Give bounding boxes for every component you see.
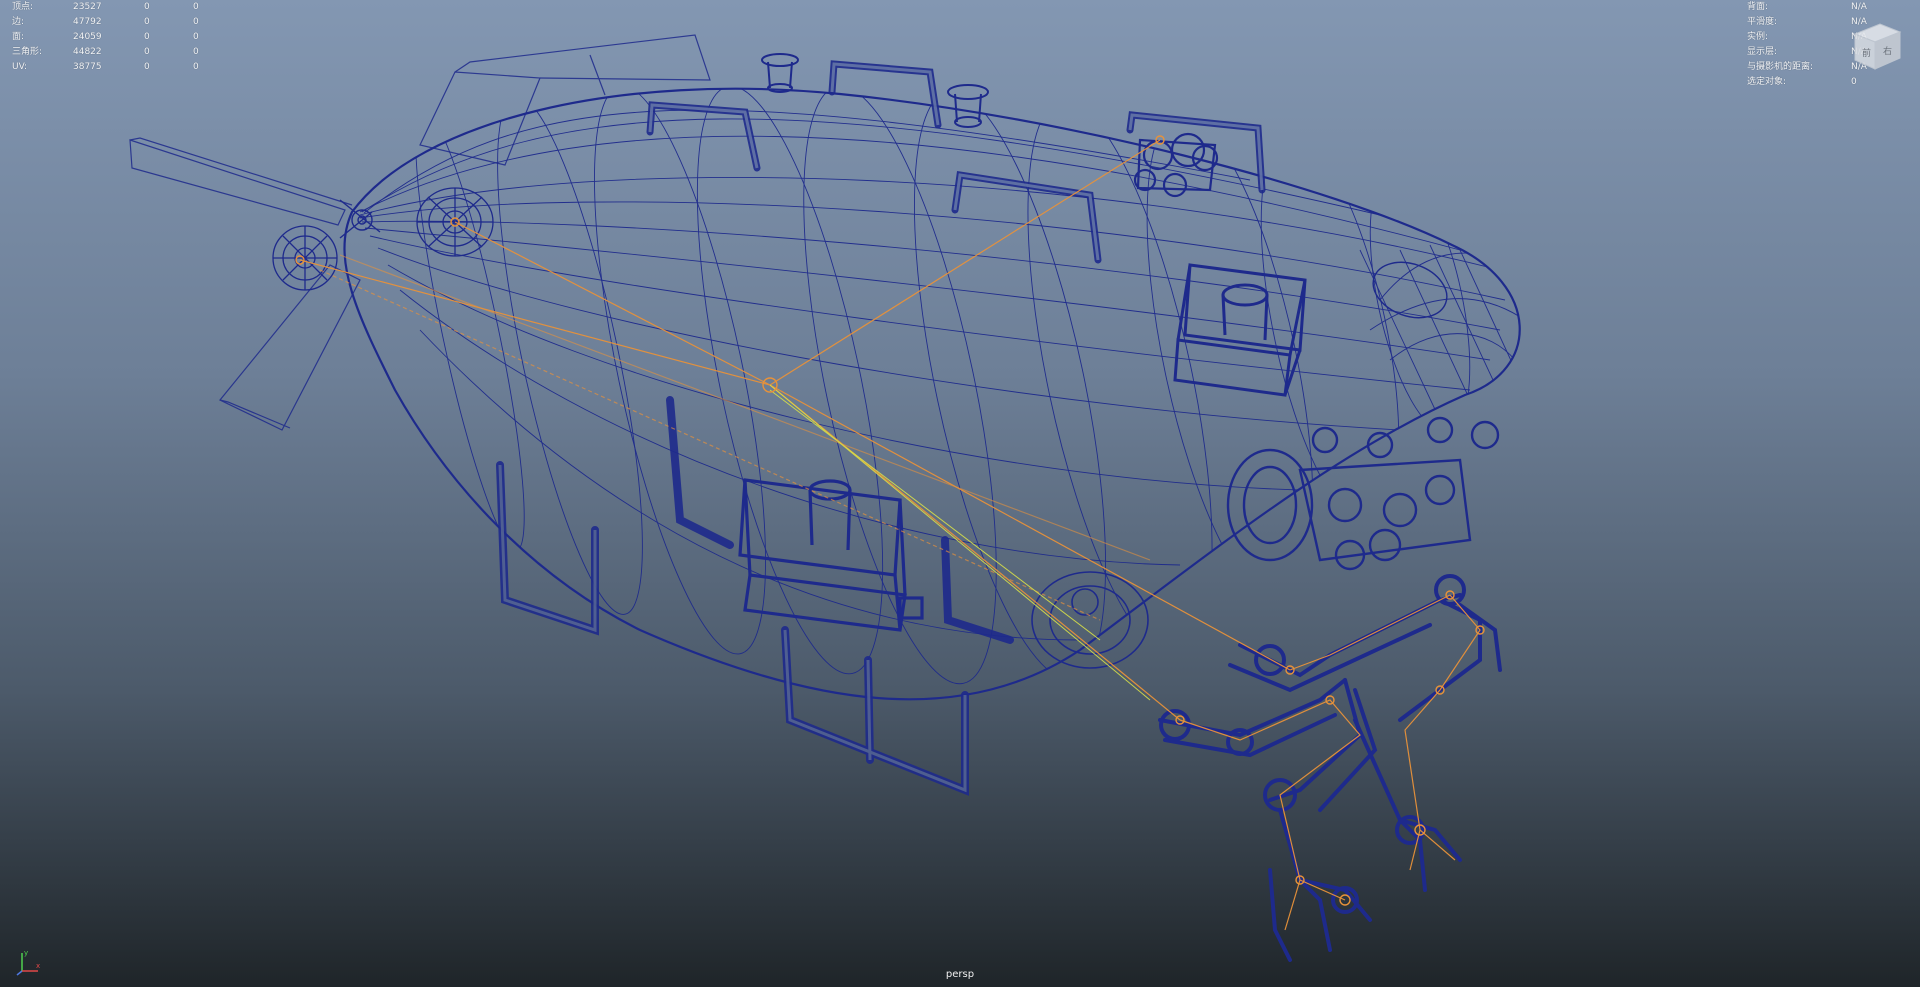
hud-stat-label: 边:	[12, 17, 25, 27]
hud-stat-selected: 0	[144, 17, 150, 27]
hud-info-label: 选定对象:	[1747, 77, 1787, 87]
hud-stat-highlighted: 0	[193, 62, 199, 72]
skid-legs	[496, 396, 1014, 796]
hud-info-row: 背面: N/A	[1747, 0, 1877, 15]
hud-stat-label: 顶点:	[12, 2, 34, 12]
axis-y-label: y	[24, 949, 28, 957]
view-cube-front-label: 前	[1862, 47, 1871, 59]
side-equipment-frame-right	[1173, 263, 1307, 397]
hud-info-label: 与摄影机的距离:	[1747, 62, 1814, 72]
ik-handle-lines	[769, 384, 1151, 701]
persp-viewport[interactable]: 顶点: 23527 0 0 边: 47792 0 0 面: 24059 0 0 三角形: 44822 0 0 U…	[0, 0, 1920, 987]
hud-info-label: 实例:	[1747, 32, 1769, 42]
hud-info-value: 0	[1851, 77, 1857, 87]
hud-stat-label: 面:	[12, 32, 25, 42]
hud-stat-total: 23527	[73, 2, 102, 12]
hud-stats-row: 顶点: 23527 0 0	[12, 0, 212, 15]
hud-stat-total: 47792	[73, 17, 102, 27]
hud-info-row: 选定对象: 0	[1747, 75, 1877, 90]
skid-legs-inner	[498, 464, 967, 793]
hud-stat-label: UV:	[12, 62, 28, 72]
hud-info-label: 背面:	[1747, 2, 1769, 12]
hull-ring-lines	[415, 88, 1471, 685]
hud-info-value: N/A	[1851, 2, 1867, 12]
hud-stats-row: UV: 38775 0 0	[12, 60, 212, 75]
hud-stats-row: 面: 24059 0 0	[12, 30, 212, 45]
hud-stat-total: 24059	[73, 32, 102, 42]
front-thruster-ring	[1226, 448, 1314, 562]
tail-propeller-left	[272, 225, 338, 291]
hud-stat-selected: 0	[144, 62, 150, 72]
hud-stats-row: 边: 47792 0 0	[12, 15, 212, 30]
hud-stat-highlighted: 0	[193, 32, 199, 42]
hud-stat-highlighted: 0	[193, 47, 199, 57]
top-hatch-right	[947, 84, 989, 128]
view-cube-icon[interactable]: 前 右	[1845, 14, 1905, 74]
poly-count-hud: 顶点: 23527 0 0 边: 47792 0 0 面: 24059 0 0 三角形: 44822 0 0 U…	[12, 0, 212, 75]
manipulator-arm-upper	[1228, 574, 1502, 722]
manipulator-arm-lower	[1158, 678, 1462, 962]
hud-stat-selected: 0	[144, 32, 150, 42]
front-lights-cluster	[1298, 416, 1500, 571]
hud-stat-total: 38775	[73, 62, 102, 72]
top-hatch-left	[761, 53, 799, 93]
hud-stat-highlighted: 0	[193, 17, 199, 27]
hud-stat-selected: 0	[144, 47, 150, 57]
hud-info-label: 显示层:	[1747, 47, 1778, 57]
camera-name-label: persp	[945, 969, 975, 980]
hud-stat-selected: 0	[144, 2, 150, 12]
hud-stat-highlighted: 0	[193, 2, 199, 12]
submarine-wireframe-scene[interactable]	[0, 0, 1920, 987]
hud-info-label: 平滑度:	[1747, 17, 1778, 27]
belly-thruster-housing	[1031, 571, 1149, 669]
top-thruster-cluster	[1133, 132, 1219, 198]
view-cube-right-label: 右	[1883, 45, 1892, 57]
hud-stats-row: 三角形: 44822 0 0	[12, 45, 212, 60]
hud-stat-total: 44822	[73, 47, 102, 57]
hud-stat-label: 三角形:	[12, 47, 43, 57]
